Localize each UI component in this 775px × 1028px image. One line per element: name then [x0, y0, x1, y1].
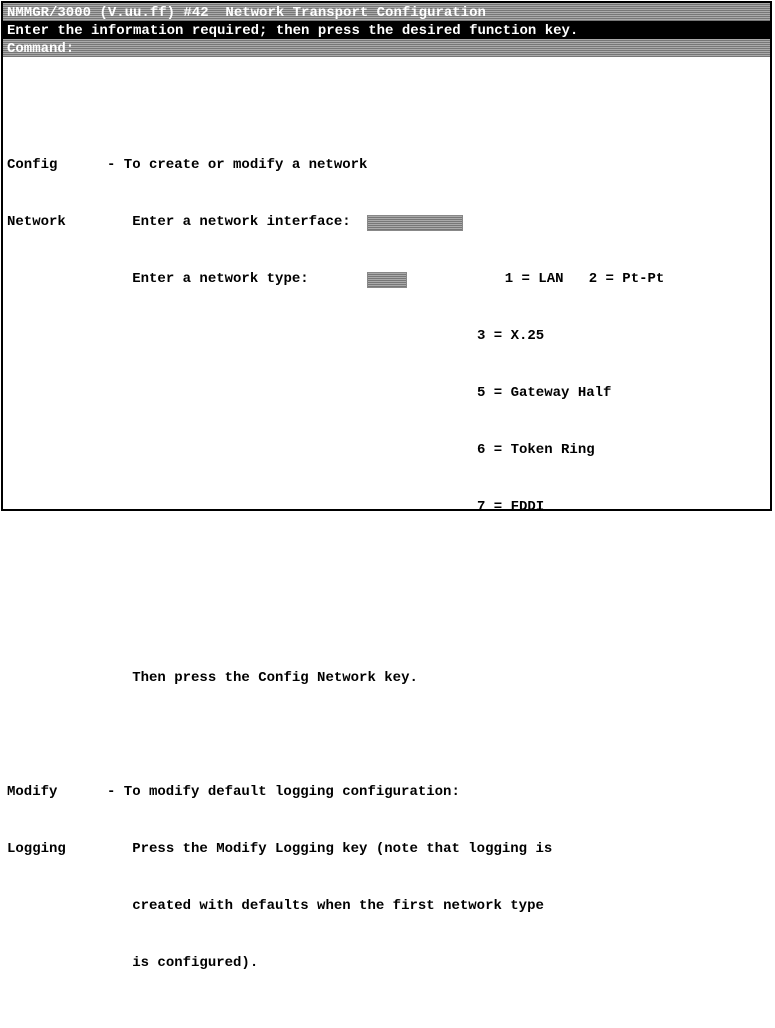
- command-bar[interactable]: Command:: [3, 39, 770, 57]
- type-prompt: Enter a network type:: [132, 271, 308, 287]
- modify-line2: Press the Modify Logging key (note that …: [132, 841, 552, 857]
- iface-prompt: Enter a network interface:: [132, 214, 350, 230]
- type-legend-5: 7 = FDDI: [477, 498, 544, 517]
- section-label-modify: Modify: [7, 783, 107, 802]
- type-legend-3: 5 = Gateway Half: [477, 384, 611, 403]
- type-legend-2: 3 = X.25: [477, 327, 544, 346]
- modify-desc: - To modify default logging configuratio…: [107, 783, 460, 802]
- network-type-input[interactable]: [367, 272, 407, 288]
- section-label-network: Network: [7, 213, 107, 232]
- modify-line4: is configured).: [132, 955, 258, 971]
- network-interface-input[interactable]: [367, 215, 463, 231]
- modify-line3: created with defaults when the first net…: [132, 898, 544, 914]
- config-desc: - To create or modify a network: [107, 156, 367, 175]
- then-press: Then press the Config Network key.: [132, 670, 418, 686]
- section-label-config: Config: [7, 156, 107, 175]
- content-area: Config - To create or modify a network N…: [3, 57, 770, 1028]
- type-legend-1: 1 = LAN 2 = Pt-Pt: [505, 271, 665, 287]
- instruction-bar: Enter the information required; then pre…: [3, 21, 770, 39]
- title-bar: NMMGR/3000 (V.uu.ff) #42 Network Transpo…: [3, 3, 770, 21]
- section-label-logging: Logging: [7, 840, 107, 859]
- type-legend-4: 6 = Token Ring: [477, 441, 595, 460]
